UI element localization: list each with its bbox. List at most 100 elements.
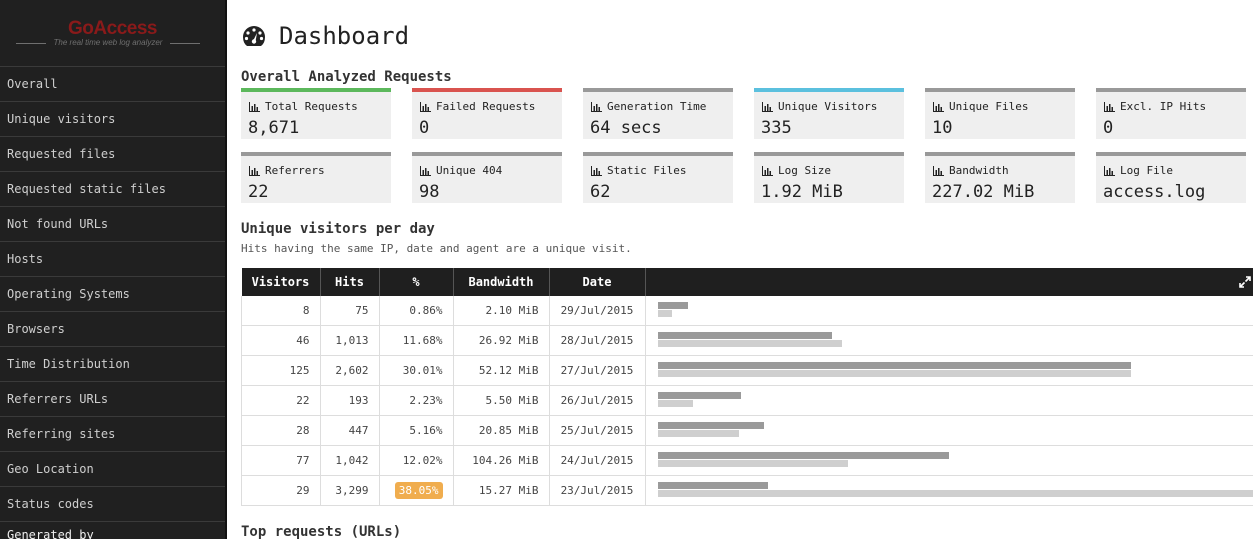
bar-chart-icon: [249, 102, 260, 112]
bar-chart-icon: [591, 102, 602, 112]
bar-chart-icon: [762, 102, 773, 112]
visitors-table: Visitors Hits % Bandwidth Date 875 0.86% 2…: [241, 268, 1253, 506]
bar-chart-icon: [933, 166, 944, 176]
brand-logo: GoAccess The real time web log analyzer: [0, 0, 225, 67]
page-title: Dashboard: [241, 22, 409, 50]
cell-visitors: 8: [242, 296, 321, 326]
col-hits[interactable]: Hits: [320, 268, 379, 296]
card-label: Unique Visitors: [762, 100, 877, 113]
cell-percent: 30.01%: [379, 356, 453, 386]
card-value: 0: [1103, 118, 1113, 138]
table-row[interactable]: 284475.16%20.85 MiB25/Jul/2015: [242, 416, 1253, 446]
card-static-files: Static Files 62: [583, 152, 733, 203]
col-percent[interactable]: %: [379, 268, 453, 296]
cell-hits: 447: [320, 416, 379, 446]
card-label: Total Requests: [249, 100, 358, 113]
cell-visitors: 125: [242, 356, 321, 386]
percent-value: 0.86%: [409, 304, 442, 317]
cell-hits: 3,299: [320, 476, 379, 506]
card-label: Generation Time: [591, 100, 706, 113]
col-bandwidth[interactable]: Bandwidth: [453, 268, 549, 296]
percent-value: 12.02%: [403, 454, 443, 467]
table-row[interactable]: 293,29938.05%15.27 MiB23/Jul/2015: [242, 476, 1253, 506]
cell-bandwidth: 26.92 MiB: [453, 326, 549, 356]
sidebar-item-referring-sites[interactable]: Referring sites: [0, 417, 225, 452]
cell-percent: 11.68%: [379, 326, 453, 356]
bar-chart-icon: [762, 166, 773, 176]
cell-hits: 2,602: [320, 356, 379, 386]
card-label-text: Total Requests: [265, 100, 358, 113]
percent-value: 2.23%: [409, 394, 442, 407]
sidebar-item-browsers[interactable]: Browsers: [0, 312, 225, 347]
card-value: 8,671: [248, 118, 299, 138]
cell-visitors: 22: [242, 386, 321, 416]
card-unique-files: Unique Files10: [925, 88, 1075, 139]
cell-bandwidth: 5.50 MiB: [453, 386, 549, 416]
cell-bars: [645, 296, 1253, 326]
cell-hits: 1,013: [320, 326, 379, 356]
visitors-bar: [658, 452, 949, 459]
sidebar-item-operating-systems[interactable]: Operating Systems: [0, 277, 225, 312]
card-excl-ip-hits: Excl. IP Hits 0: [1096, 88, 1246, 139]
card-log-file: Log Fileaccess.log: [1096, 152, 1246, 203]
table-row[interactable]: 771,04212.02%104.26 MiB24/Jul/2015: [242, 446, 1253, 476]
table-row[interactable]: 461,01311.68%26.92 MiB28/Jul/2015: [242, 326, 1253, 356]
card-value: 22: [248, 182, 268, 202]
cell-bars: [645, 356, 1253, 386]
sidebar-item-overall[interactable]: Overall: [0, 67, 225, 102]
cell-hits: 193: [320, 386, 379, 416]
visitors-bar: [658, 482, 768, 489]
cell-bandwidth: 15.27 MiB: [453, 476, 549, 506]
sidebar-item-geo-location[interactable]: Geo Location: [0, 452, 225, 487]
card-label-text: Referrers: [265, 164, 325, 177]
cell-date: 29/Jul/2015: [549, 296, 645, 326]
cell-percent: 2.23%: [379, 386, 453, 416]
card-value: 1.92 MiB: [761, 182, 843, 202]
table-row[interactable]: 221932.23%5.50 MiB26/Jul/2015: [242, 386, 1253, 416]
table-row[interactable]: 8750.86%2.10 MiB29/Jul/2015: [242, 296, 1253, 326]
bar-chart-icon: [1104, 166, 1115, 176]
cell-date: 23/Jul/2015: [549, 476, 645, 506]
card-label: Static Files: [591, 164, 686, 177]
sidebar-item-time-distribution[interactable]: Time Distribution: [0, 347, 225, 382]
cell-hits: 75: [320, 296, 379, 326]
sidebar-item-unique-visitors[interactable]: Unique visitors: [0, 102, 225, 137]
hits-bar: [658, 370, 1131, 377]
cell-date: 24/Jul/2015: [549, 446, 645, 476]
bar-chart-icon: [420, 166, 431, 176]
sidebar-item-requested-static-files[interactable]: Requested static files: [0, 172, 225, 207]
card-generation-time: Generation Time64 secs: [583, 88, 733, 139]
expand-icon[interactable]: [1239, 276, 1251, 288]
hits-bar: [658, 460, 848, 467]
card-label: Excl. IP Hits: [1104, 100, 1206, 113]
sidebar-item-not-found-urls[interactable]: Not found URLs: [0, 207, 225, 242]
dashboard-icon: [241, 24, 267, 48]
cell-date: 25/Jul/2015: [549, 416, 645, 446]
card-unique-404: Unique 404 98: [412, 152, 562, 203]
col-visitors[interactable]: Visitors: [242, 268, 321, 296]
card-label-text: Unique 404: [436, 164, 502, 177]
sidebar-item-hosts[interactable]: Hosts: [0, 242, 225, 277]
cell-bars: [645, 476, 1253, 506]
col-date[interactable]: Date: [549, 268, 645, 296]
percent-value: 30.01%: [403, 364, 443, 377]
card-label-text: Excl. IP Hits: [1120, 100, 1206, 113]
sidebar-item-requested-files[interactable]: Requested files: [0, 137, 225, 172]
card-value: 98: [419, 182, 439, 202]
cell-date: 27/Jul/2015: [549, 356, 645, 386]
table-row[interactable]: 1252,60230.01%52.12 MiB27/Jul/2015: [242, 356, 1253, 386]
card-failed-requests: Failed Requests0: [412, 88, 562, 139]
bar-chart-icon: [249, 166, 260, 176]
col-chart: [645, 268, 1253, 296]
visitors-bar: [658, 362, 1131, 369]
card-value: 62: [590, 182, 610, 202]
bar-chart-icon: [1104, 102, 1115, 112]
sidebar-item-referrers-urls[interactable]: Referrers URLs: [0, 382, 225, 417]
top-requests-section-title: Top requests (URLs): [241, 524, 401, 540]
sidebar-item-status-codes[interactable]: Status codes: [0, 487, 225, 522]
hits-bar: [658, 430, 739, 437]
hits-bar: [658, 490, 1253, 497]
card-label: Log Size: [762, 164, 831, 177]
card-label: Unique Files: [933, 100, 1028, 113]
card-label-text: Failed Requests: [436, 100, 535, 113]
